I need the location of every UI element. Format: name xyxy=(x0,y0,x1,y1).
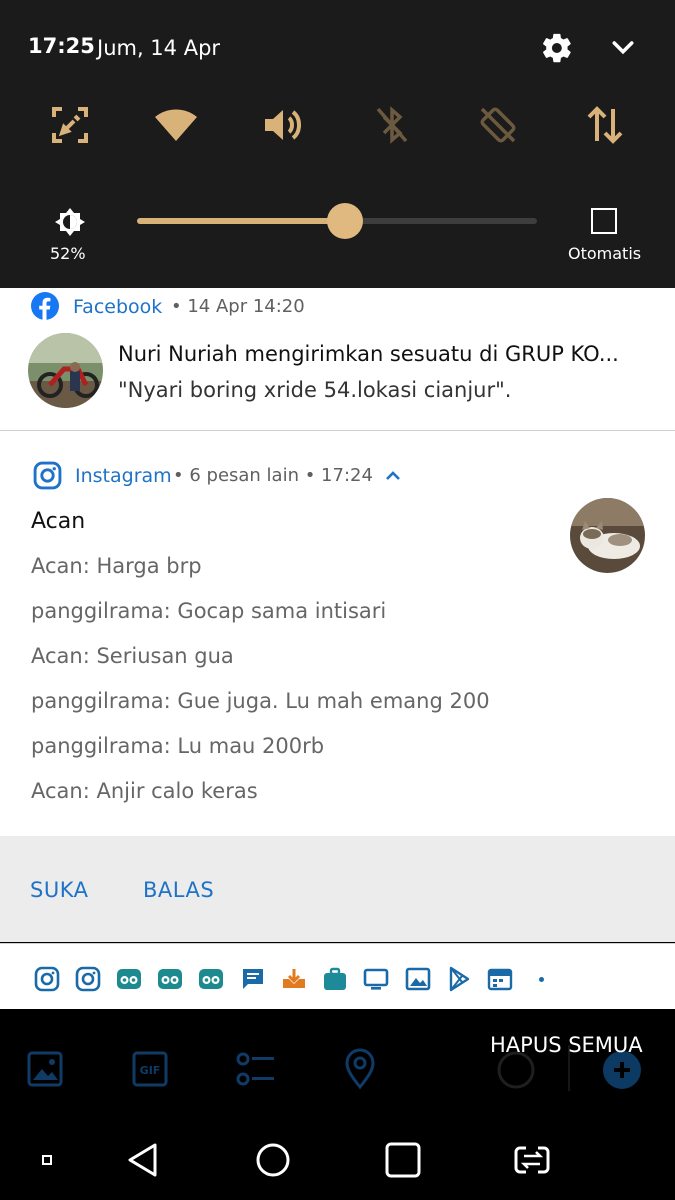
tripadvisor-icon xyxy=(157,966,183,992)
instagram-sender-avatar xyxy=(570,498,645,573)
facebook-icon xyxy=(31,292,59,320)
auto-rotate-off-icon[interactable] xyxy=(474,101,522,149)
message-line: panggilrama: Gocap sama intisari xyxy=(31,599,387,623)
instagram-sender: Acan xyxy=(31,509,86,534)
facebook-title: Nuri Nuriah mengirimkan sesuatu di GRUP … xyxy=(118,342,619,366)
tripadvisor-icon xyxy=(116,966,142,992)
facebook-meta: • 14 Apr 14:20 xyxy=(171,296,305,317)
brightness-slider[interactable] xyxy=(137,203,537,239)
auto-brightness-checkbox[interactable] xyxy=(591,208,617,234)
quick-settings-panel: 17:25 Jum, 14 Apr 52% Otomatis xyxy=(0,0,675,288)
collapse-chevron-icon[interactable] xyxy=(608,33,638,63)
instagram-app-name: Instagram xyxy=(75,465,172,487)
sound-icon[interactable] xyxy=(259,101,307,149)
gif-icon: GIF xyxy=(130,1047,170,1091)
svg-text:GIF: GIF xyxy=(140,1064,161,1077)
status-date: Jum, 14 Apr xyxy=(97,36,221,60)
instagram-icon xyxy=(75,966,101,992)
like-button[interactable]: SUKA xyxy=(30,878,88,902)
more-dot-icon xyxy=(539,977,544,982)
facebook-sender-avatar xyxy=(28,333,103,408)
facebook-text: "Nyari boring xride 54.lokasi cianjur". xyxy=(118,378,512,402)
mobile-data-icon[interactable] xyxy=(581,101,629,149)
notification-actions xyxy=(0,836,675,942)
brightness-icon xyxy=(52,204,88,240)
back-button[interactable] xyxy=(123,1140,163,1180)
briefcase-icon xyxy=(322,966,348,992)
home-button[interactable] xyxy=(253,1140,293,1180)
list-icon xyxy=(235,1047,275,1091)
instagram-icon xyxy=(34,966,60,992)
instagram-meta: • 6 pesan lain • 17:24 xyxy=(173,465,373,486)
message-line: Acan: Harga brp xyxy=(31,554,202,578)
message-line: Acan: Anjir calo keras xyxy=(31,779,258,803)
download-icon xyxy=(281,966,307,992)
status-time: 17:25 xyxy=(28,34,95,58)
monitor-icon xyxy=(363,966,389,992)
wifi-icon[interactable] xyxy=(152,101,200,149)
clear-all-button[interactable]: HAPUS SEMUA xyxy=(490,1033,643,1057)
gallery-icon xyxy=(25,1047,65,1091)
brightness-slider-thumb[interactable] xyxy=(327,203,363,239)
message-line: panggilrama: Lu mau 200rb xyxy=(31,734,325,758)
settings-gear-icon[interactable] xyxy=(540,31,574,65)
collapse-chevron-up-icon[interactable] xyxy=(384,468,402,484)
instagram-icon xyxy=(33,461,62,490)
facebook-app-name: Facebook xyxy=(73,296,163,318)
brightness-percent: 52% xyxy=(50,244,86,263)
bluetooth-off-icon[interactable] xyxy=(368,101,416,149)
calendar-icon xyxy=(487,966,513,992)
auto-brightness-label: Otomatis xyxy=(568,244,642,263)
message-line: Acan: Seriusan gua xyxy=(31,644,234,668)
image-icon xyxy=(405,966,431,992)
brightness-slider-fill xyxy=(137,218,345,224)
overview-button[interactable] xyxy=(383,1140,423,1180)
reply-button[interactable]: BALAS xyxy=(143,878,214,902)
switch-app-button[interactable] xyxy=(512,1140,552,1180)
recent-dot-icon[interactable] xyxy=(42,1155,52,1165)
message-icon xyxy=(240,966,266,992)
location-icon xyxy=(340,1047,380,1091)
play-store-icon xyxy=(446,966,472,992)
instagram-notification[interactable] xyxy=(0,431,675,836)
screenshot-edit-icon[interactable] xyxy=(46,101,94,149)
tripadvisor-icon xyxy=(198,966,224,992)
message-line: panggilrama: Gue juga. Lu mah emang 200 xyxy=(31,689,490,713)
